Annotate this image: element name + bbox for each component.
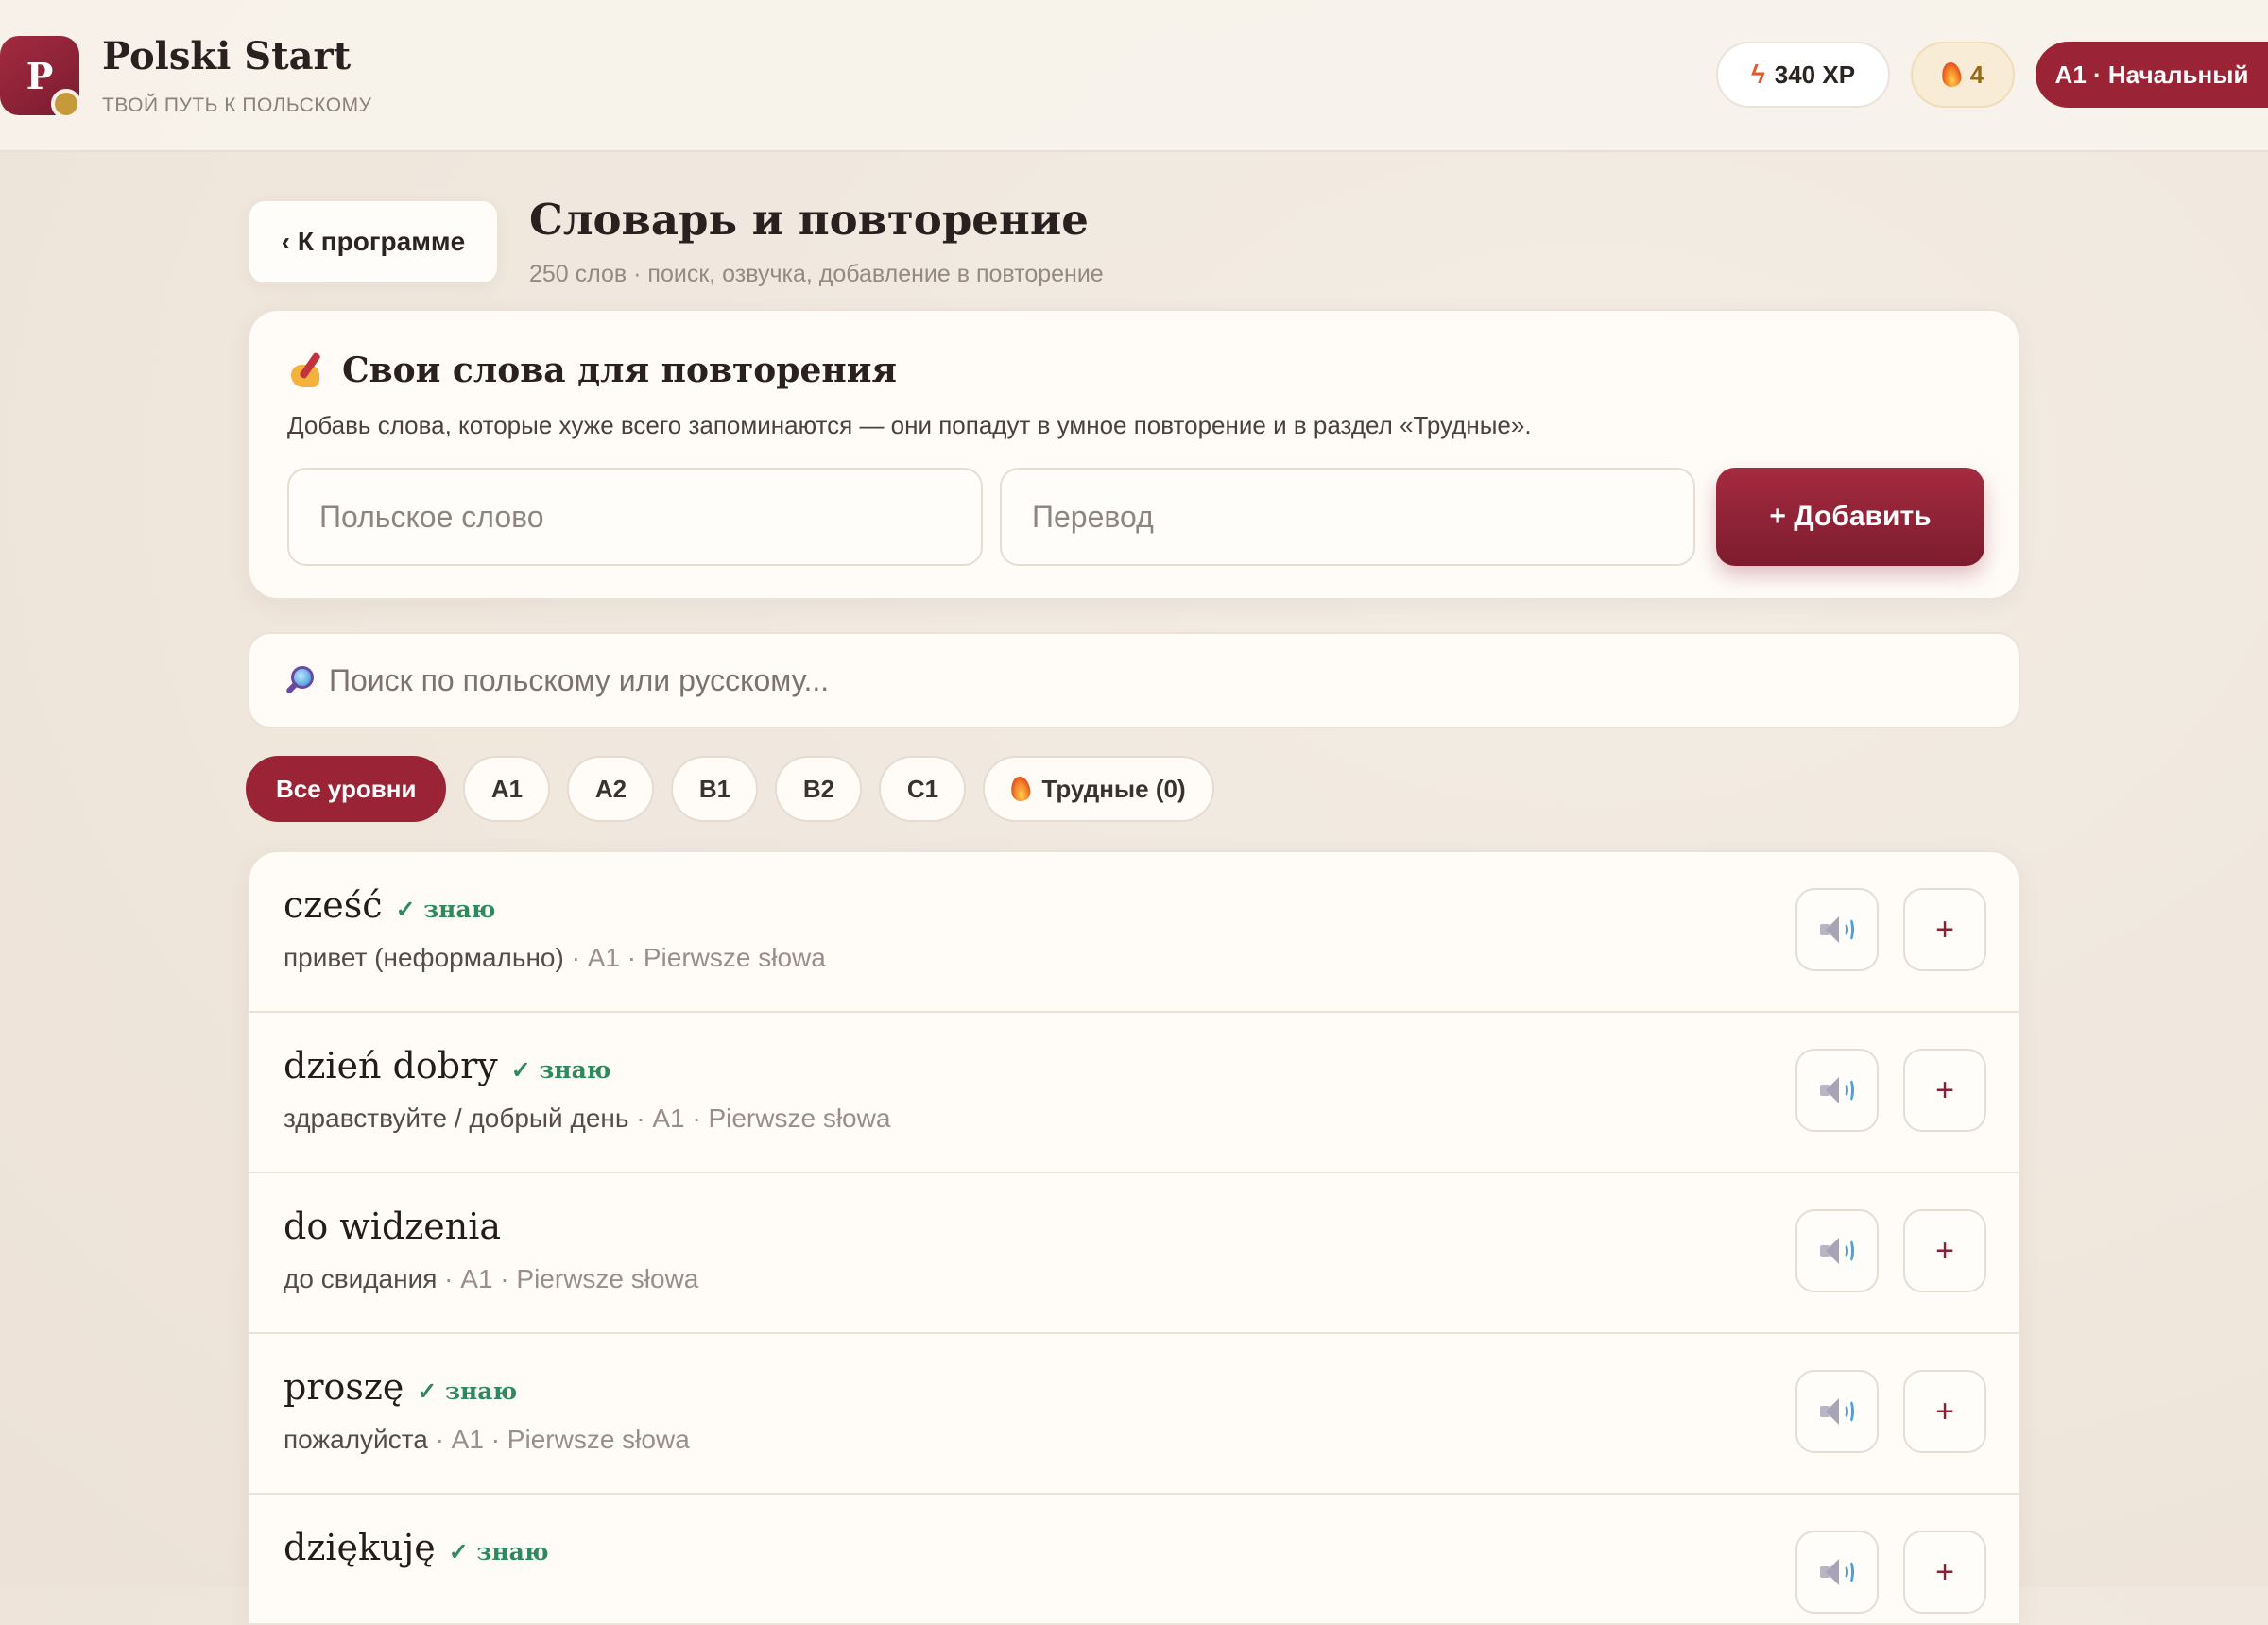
filter-b1[interactable]: B1 [671, 756, 759, 822]
xp-badge: ϟ 340 XP [1716, 42, 1890, 108]
known-badge: ✓ знаю [417, 1377, 518, 1405]
polish-word: proszę [284, 1366, 404, 1408]
word-level-topic: · A1 · Pierwsze słowa [427, 1425, 690, 1454]
word-meta: пожалуйста · A1 · Pierwsze słowa [284, 1425, 690, 1455]
word-row: dzień dobry ✓ знаю здравствуйте / добрый… [249, 1013, 2019, 1173]
translation-input[interactable] [1000, 468, 1695, 566]
pronounce-button[interactable] [1796, 1531, 1879, 1614]
streak-badge: 4 [1911, 42, 2015, 108]
level-badge[interactable]: A1 · Начальный [2036, 42, 2268, 108]
custom-words-card: Свои слова для повторения Добавь слова, … [248, 309, 2020, 600]
word-translation: здравствуйте / добрый день [284, 1103, 629, 1133]
streak-value: 4 [1969, 60, 1984, 89]
word-translation: пожалуйста [284, 1425, 428, 1454]
word-meta: до свидания · A1 · Pierwsze słowa [284, 1264, 698, 1294]
word-row: dziękuję ✓ знаю + [249, 1495, 2019, 1623]
polish-word: dzień dobry [284, 1045, 498, 1086]
filter-all-levels[interactable]: Все уровни [246, 756, 447, 822]
word-row: do widzenia до свидания · A1 · Pierwsze … [249, 1173, 2019, 1334]
polish-word: dziękuję [284, 1527, 436, 1568]
speaker-icon [1818, 1236, 1856, 1266]
filter-b2[interactable]: B2 [775, 756, 863, 822]
level-filters: Все уровни A1 A2 B1 B2 C1 Трудные (0) [246, 756, 1214, 822]
flame-icon [1942, 62, 1961, 87]
page-subtitle: 250 слов · поиск, озвучка, добавление в … [529, 261, 1104, 287]
speaker-icon [1818, 915, 1856, 945]
word-level-topic: · A1 · Pierwsze słowa [437, 1264, 699, 1293]
speaker-icon [1818, 1075, 1856, 1105]
pronounce-button[interactable] [1796, 888, 1879, 971]
word-translation: до свидания [284, 1264, 438, 1293]
pronounce-button[interactable] [1796, 1370, 1879, 1453]
word-translation: привет (неформально) [284, 943, 564, 972]
polish-word-input[interactable] [287, 468, 983, 566]
speaker-icon [1818, 1396, 1856, 1427]
filter-hard-words[interactable]: Трудные (0) [983, 756, 1214, 822]
add-to-review-button[interactable]: + [1903, 1049, 1986, 1132]
filter-a1[interactable]: A1 [463, 756, 551, 822]
add-to-review-button[interactable]: + [1903, 888, 1986, 971]
pronounce-button[interactable] [1796, 1049, 1879, 1132]
brand-title: Polski Start [102, 34, 352, 78]
known-badge: ✓ знаю [448, 1538, 549, 1565]
app-logo[interactable]: P [0, 36, 81, 119]
filter-a2[interactable]: A2 [567, 756, 655, 822]
xp-value: 340 XP [1774, 60, 1856, 89]
add-to-review-button[interactable]: + [1903, 1370, 1986, 1453]
word-meta: привет (неформально) · A1 · Pierwsze sło… [284, 943, 826, 973]
add-to-review-button[interactable]: + [1903, 1531, 1986, 1614]
add-to-review-button[interactable]: + [1903, 1209, 1986, 1292]
known-badge: ✓ знаю [395, 896, 496, 923]
search-icon [284, 664, 316, 696]
word-list: cześć ✓ знаю привет (неформально) · A1 ·… [248, 850, 2020, 1625]
pronounce-button[interactable] [1796, 1209, 1879, 1292]
filter-c1[interactable]: C1 [879, 756, 967, 822]
back-to-program-button[interactable]: ‹ К программе [248, 199, 499, 284]
word-level-topic: · A1 · Pierwsze słowa [563, 943, 826, 972]
brand-subtitle: ТВОЙ ПУТЬ К ПОЛЬСКОМУ [102, 94, 372, 116]
word-meta: здравствуйте / добрый день · A1 · Pierws… [284, 1103, 890, 1134]
flame-icon [1011, 777, 1030, 801]
filter-hard-label: Трудные (0) [1041, 774, 1186, 803]
add-word-button[interactable]: + Добавить [1716, 468, 1984, 566]
custom-words-description: Добавь слова, которые хуже всего запомин… [287, 411, 1532, 439]
custom-words-title-text: Свои слова для повторения [342, 351, 898, 390]
word-row: proszę ✓ знаю пожалуйста · A1 · Pierwsze… [249, 1334, 2019, 1495]
logo-badge-dot [51, 89, 81, 119]
polish-word: do widzenia [284, 1206, 502, 1247]
search-box[interactable] [248, 632, 2020, 728]
page-title: Словарь и повторение [529, 195, 1089, 245]
known-badge: ✓ знаю [510, 1056, 611, 1084]
top-bar: P Polski Start ТВОЙ ПУТЬ К ПОЛЬСКОМУ ϟ 3… [0, 0, 2268, 152]
writing-hand-icon [289, 351, 327, 389]
polish-word: cześć [284, 884, 383, 926]
custom-words-title: Свои слова для повторения [289, 351, 897, 390]
search-input[interactable] [329, 662, 1935, 698]
lightning-icon: ϟ [1750, 60, 1765, 89]
speaker-icon [1818, 1557, 1856, 1587]
word-row: cześć ✓ знаю привет (неформально) · A1 ·… [249, 852, 2019, 1013]
word-level-topic: · A1 · Pierwsze słowa [628, 1103, 891, 1133]
